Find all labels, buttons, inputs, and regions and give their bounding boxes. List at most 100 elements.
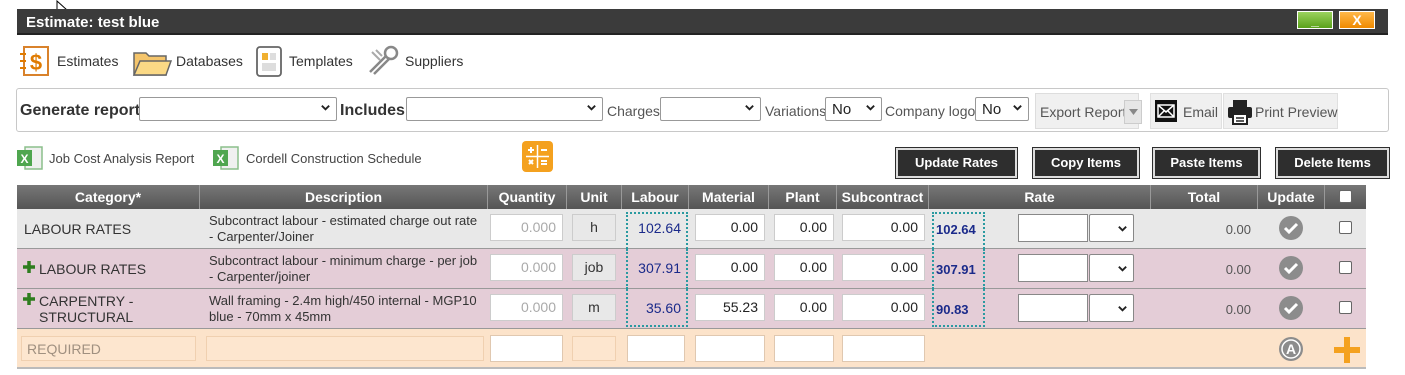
new-unit-input[interactable] <box>572 336 616 361</box>
nav-databases[interactable]: Databases <box>132 44 243 78</box>
new-labour-input[interactable] <box>627 335 685 362</box>
update-row-button[interactable] <box>1279 296 1303 320</box>
rate-value: 102.64 <box>936 222 976 237</box>
labour-value[interactable]: 35.60 <box>627 300 681 316</box>
header-plant[interactable]: Plant <box>769 185 837 209</box>
plant-input[interactable]: 0.00 <box>774 214 834 241</box>
header-unit[interactable]: Unit <box>567 185 622 209</box>
new-category-input[interactable]: REQUIRED <box>21 336 196 361</box>
includes-select[interactable] <box>406 97 603 121</box>
plus-icon[interactable] <box>23 293 35 305</box>
row-category: LABOUR RATES <box>24 221 132 237</box>
nav-estimates[interactable]: $ Estimates <box>18 44 118 78</box>
unit-field[interactable]: h <box>572 214 616 241</box>
delete-items-button[interactable]: Delete Items <box>1275 147 1390 179</box>
chevron-down-icon <box>1118 226 1127 232</box>
header-rate[interactable]: Rate <box>929 185 1151 209</box>
print-preview-button[interactable]: Print Preview <box>1223 93 1338 129</box>
plant-input[interactable]: 0.00 <box>774 294 834 321</box>
charges-select[interactable] <box>660 97 761 121</box>
header-material[interactable]: Material <box>689 185 769 209</box>
email-button[interactable]: Email <box>1150 93 1222 129</box>
labour-value[interactable]: 102.64 <box>627 220 681 236</box>
export-dropdown[interactable] <box>1124 100 1142 124</box>
header-total[interactable]: Total <box>1151 185 1258 209</box>
svg-text:X: X <box>216 152 224 166</box>
company-logo-select[interactable]: No <box>975 97 1029 121</box>
new-plant-input[interactable] <box>774 335 834 362</box>
window-title: Estimate: test blue <box>26 14 160 31</box>
nav-suppliers-label: Suppliers <box>405 53 464 69</box>
export-report-button[interactable]: Export Report <box>1035 93 1142 129</box>
header-labour[interactable]: Labour <box>622 185 689 209</box>
table-row: CARPENTRY - STRUCTURAL Wall framing - 2.… <box>17 289 1366 329</box>
select-all-checkbox[interactable] <box>1339 190 1352 203</box>
row-select-checkbox[interactable] <box>1339 221 1352 234</box>
header-description[interactable]: Description <box>200 185 488 209</box>
update-rates-button[interactable]: Update Rates <box>895 147 1018 179</box>
row-description: Subcontract labour - minimum charge - pe… <box>209 253 478 284</box>
new-material-input[interactable] <box>695 335 765 362</box>
chevron-down-icon <box>587 105 596 111</box>
job-cost-analysis-link[interactable]: X Job Cost Analysis Report <box>16 143 206 173</box>
row-select-checkbox[interactable] <box>1339 301 1352 314</box>
subcontract-input[interactable]: 0.00 <box>842 294 925 321</box>
excel-icon: X <box>17 146 43 170</box>
material-input[interactable]: 55.23 <box>695 294 765 321</box>
company-logo-label: Company logo <box>885 103 976 119</box>
close-button[interactable]: X <box>1339 11 1375 29</box>
plant-input[interactable]: 0.00 <box>774 254 834 281</box>
print-preview-label: Print Preview <box>1255 104 1338 120</box>
paste-items-button[interactable]: Paste Items <box>1152 147 1261 179</box>
new-subcontract-input[interactable] <box>842 335 925 362</box>
update-row-button[interactable] <box>1279 216 1303 240</box>
variations-select[interactable]: No <box>825 97 882 121</box>
subcontract-input[interactable]: 0.00 <box>842 214 925 241</box>
cordell-schedule-link[interactable]: X Cordell Construction Schedule <box>212 143 432 173</box>
header-update[interactable]: Update <box>1258 185 1325 209</box>
rate-type-select[interactable] <box>1089 214 1134 242</box>
calculator-icon <box>526 145 549 168</box>
plus-icon[interactable] <box>23 261 35 273</box>
email-label: Email <box>1183 104 1219 120</box>
material-input[interactable]: 0.00 <box>695 254 765 281</box>
chevron-down-icon <box>1118 266 1127 272</box>
quantity-input[interactable]: 0.000 <box>490 294 563 321</box>
unit-field[interactable]: m <box>572 294 616 321</box>
unit-field[interactable]: job <box>572 254 616 281</box>
rate-type-select[interactable] <box>1089 254 1134 282</box>
auto-fill-button[interactable]: A <box>1279 337 1303 361</box>
quantity-input[interactable]: 0.000 <box>490 214 563 241</box>
generate-report-select[interactable] <box>139 97 337 121</box>
estimates-icon: $ <box>20 46 49 76</box>
quantity-input[interactable]: 0.000 <box>490 254 563 281</box>
header-subcontract[interactable]: Subcontract <box>837 185 929 209</box>
header-category[interactable]: Category* <box>17 185 200 209</box>
report-toolbar: Generate report Includes Charges Variati… <box>16 88 1389 132</box>
header-select-all <box>1325 185 1366 209</box>
subcontract-input[interactable]: 0.00 <box>842 254 925 281</box>
labour-value[interactable]: 307.91 <box>627 260 681 276</box>
checkmark-icon <box>1283 262 1299 275</box>
rate-override-input[interactable] <box>1018 254 1088 282</box>
new-description-input[interactable] <box>206 336 484 361</box>
rate-override-input[interactable] <box>1018 214 1088 242</box>
copy-items-button[interactable]: Copy Items <box>1032 147 1140 179</box>
add-item-icon[interactable] <box>1332 335 1362 365</box>
header-quantity[interactable]: Quantity <box>488 185 567 209</box>
row-select-checkbox[interactable] <box>1339 261 1352 274</box>
material-input[interactable]: 0.00 <box>695 214 765 241</box>
row-description: Wall framing - 2.4m high/450 internal - … <box>209 293 477 324</box>
chevron-down-icon <box>1118 306 1127 312</box>
minimize-button[interactable]: _ <box>1297 11 1333 29</box>
rate-override-input[interactable] <box>1018 294 1088 322</box>
nav-suppliers[interactable]: Suppliers <box>366 44 466 78</box>
svg-text:$: $ <box>30 50 42 75</box>
nav-estimates-label: Estimates <box>57 53 119 69</box>
new-quantity-input[interactable] <box>490 335 563 362</box>
nav-templates-label: Templates <box>289 53 353 69</box>
rate-type-select[interactable] <box>1089 294 1134 322</box>
nav-templates[interactable]: Templates <box>254 44 354 78</box>
calculator-button[interactable] <box>522 141 553 172</box>
update-row-button[interactable] <box>1279 256 1303 280</box>
